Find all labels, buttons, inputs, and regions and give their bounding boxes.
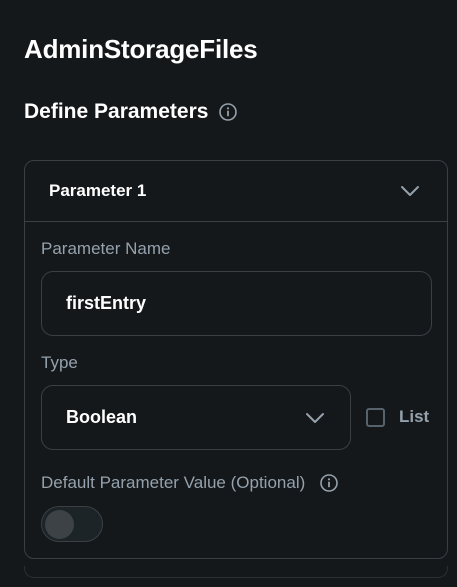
list-option[interactable]: List	[366, 407, 429, 427]
type-label: Type	[41, 353, 78, 372]
info-icon[interactable]	[319, 473, 339, 493]
chevron-down-icon	[304, 407, 326, 429]
default-value-row: Default Parameter Value (Optional)	[41, 473, 339, 493]
parameter-name-label: Parameter Name	[41, 239, 171, 258]
parameter-card-header[interactable]: Parameter 1	[25, 161, 447, 222]
section-header: Define Parameters	[24, 100, 238, 124]
list-label: List	[399, 407, 430, 426]
chevron-down-icon[interactable]	[399, 180, 421, 202]
default-value-toggle[interactable]	[41, 506, 103, 542]
section-title: Define Parameters	[24, 100, 209, 123]
page-title: AdminStorageFiles	[24, 34, 258, 64]
default-value-label: Default Parameter Value (Optional)	[41, 473, 306, 492]
parameter-name-input[interactable]: firstEntry	[41, 271, 432, 336]
toggle-knob	[45, 510, 74, 539]
info-icon[interactable]	[218, 102, 238, 122]
list-checkbox[interactable]	[366, 407, 385, 427]
parameter-header-label: Parameter 1	[49, 181, 147, 200]
type-select-value: Boolean	[66, 407, 138, 427]
type-select[interactable]: Boolean	[41, 385, 351, 450]
parameter-card: Parameter 1 Parameter Name firstEntry Ty…	[24, 160, 448, 559]
next-card-edge	[24, 566, 448, 578]
